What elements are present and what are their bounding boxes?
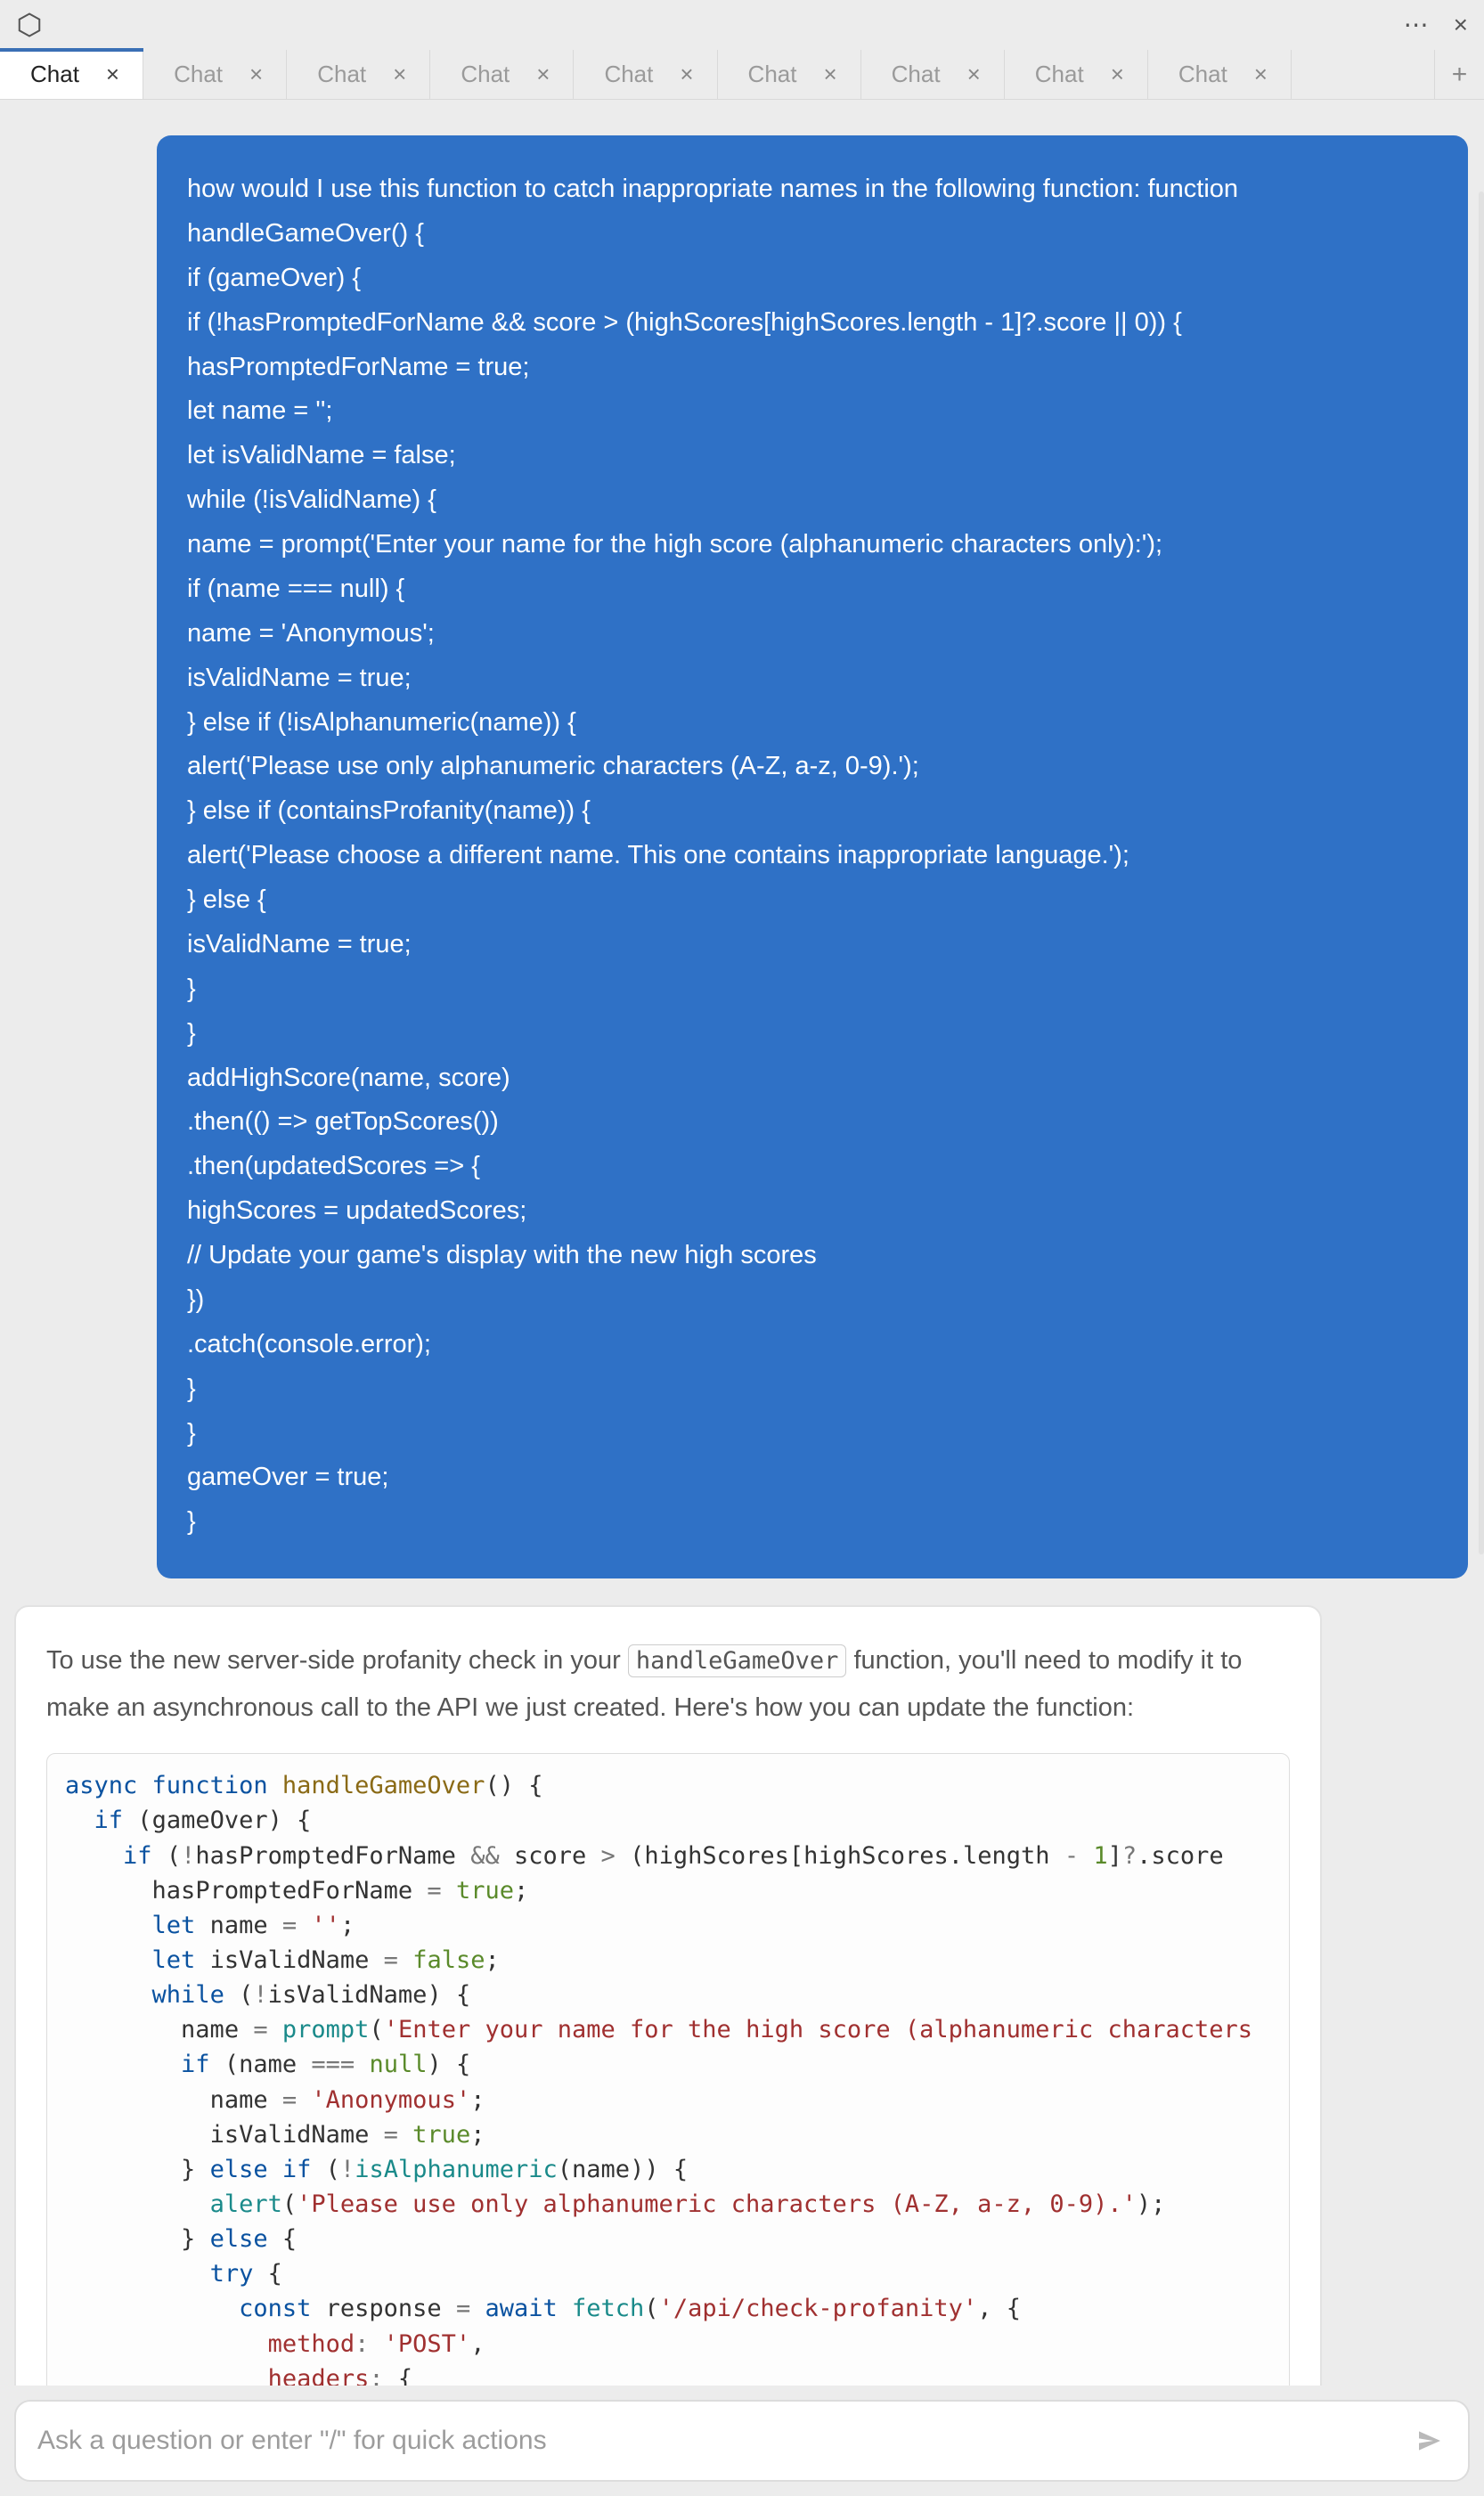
title-bar: ⋯ ×	[0, 0, 1484, 50]
assistant-intro-before: To use the new server-side profanity che…	[46, 1646, 628, 1675]
tab-label: Chat	[317, 61, 366, 88]
tab-label: Chat	[1035, 61, 1084, 88]
tab-label: Chat	[604, 61, 653, 88]
tab-label: Chat	[892, 61, 941, 88]
tab-close-icon[interactable]: ×	[393, 61, 406, 88]
tab-chat-2[interactable]: Chat ×	[287, 50, 430, 99]
tab-close-icon[interactable]: ×	[1254, 61, 1268, 88]
chat-input-bar	[14, 2400, 1470, 2482]
conversation-scroll[interactable]: how would I use this function to catch i…	[0, 100, 1484, 2386]
assistant-message-card: To use the new server-side profanity che…	[14, 1605, 1322, 2386]
inline-code-handleGameOver: handleGameOver	[628, 1644, 847, 1677]
tab-close-icon[interactable]: ×	[1111, 61, 1124, 88]
assistant-intro-text: To use the new server-side profanity che…	[46, 1637, 1290, 1732]
tab-close-icon[interactable]: ×	[967, 61, 981, 88]
tab-close-icon[interactable]: ×	[536, 61, 550, 88]
window-close-icon[interactable]: ×	[1454, 12, 1468, 37]
tab-chat-3[interactable]: Chat ×	[430, 50, 574, 99]
more-icon[interactable]: ⋯	[1404, 12, 1429, 37]
tab-chat-7[interactable]: Chat ×	[1005, 50, 1148, 99]
send-icon[interactable]	[1413, 2424, 1447, 2458]
app-hexagon-icon	[16, 12, 43, 38]
scrollbar-thumb[interactable]	[1479, 192, 1484, 1554]
tab-chat-0[interactable]: Chat ×	[0, 50, 143, 99]
tab-close-icon[interactable]: ×	[680, 61, 693, 88]
tab-chat-5[interactable]: Chat ×	[718, 50, 861, 99]
tab-row: Chat × Chat × Chat × Chat × Chat × Chat × Chat × Chat ×…	[0, 50, 1484, 100]
user-message-bubble: how would I use this function to catch i…	[157, 135, 1468, 1578]
tab-close-icon[interactable]: ×	[823, 61, 836, 88]
tab-close-icon[interactable]: ×	[106, 61, 119, 88]
tab-label: Chat	[461, 61, 510, 88]
tab-label: Chat	[748, 61, 797, 88]
chat-input[interactable]	[37, 2426, 1413, 2456]
tab-label: Chat	[1178, 61, 1227, 88]
tab-label: Chat	[174, 61, 223, 88]
tab-chat-6[interactable]: Chat ×	[861, 50, 1005, 99]
tab-chat-1[interactable]: Chat ×	[143, 50, 287, 99]
tab-chat-8[interactable]: Chat ×	[1148, 50, 1292, 99]
tab-add-button[interactable]: +	[1434, 50, 1484, 99]
tab-label: Chat	[30, 61, 79, 88]
tab-close-icon[interactable]: ×	[249, 61, 263, 88]
assistant-code-block[interactable]: async function handleGameOver() { if (ga…	[46, 1753, 1290, 2386]
tab-chat-4[interactable]: Chat ×	[574, 50, 717, 99]
